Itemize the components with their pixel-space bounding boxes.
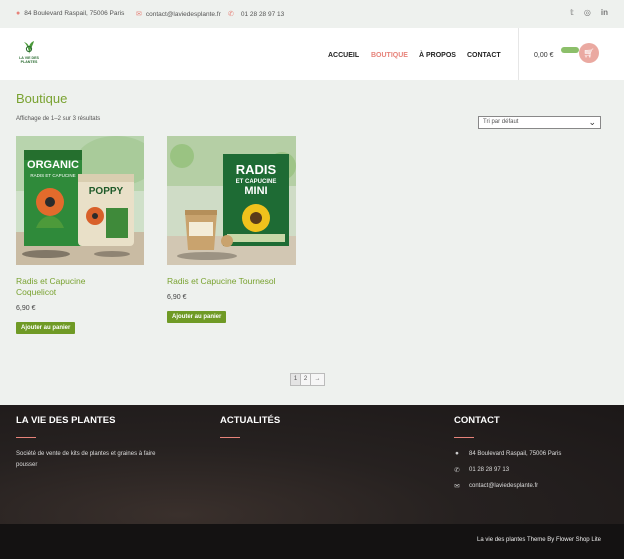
svg-text:ORGANIC: ORGANIC	[27, 159, 79, 171]
page-title: Boutique	[16, 91, 68, 106]
leaf-logo-icon	[24, 41, 34, 54]
product-image-art: RADIS ET CAPUCINE MINI	[167, 136, 296, 265]
header-divider	[518, 28, 519, 80]
result-count: Affichage de 1–2 sur 3 résultats	[16, 116, 101, 122]
footer-bottom-bar: La vie des plantes Theme By Flower Shop …	[0, 524, 624, 559]
instagram-icon[interactable]: ◎	[584, 8, 591, 17]
svg-text:RADIS ET CAPUCINE: RADIS ET CAPUCINE	[30, 173, 75, 178]
map-pin-icon: ●	[455, 450, 459, 457]
cart-button[interactable]: 🛒︎	[579, 43, 599, 63]
top-bar: ● 84 Boulevard Raspail, 75006 Paris ✉ co…	[0, 0, 624, 28]
nav-item-a-propos[interactable]: À PROPOS	[419, 52, 456, 59]
chevron-down-icon: ⌄	[588, 117, 596, 127]
nav-item-contact[interactable]: CONTACT	[467, 52, 501, 59]
cart-bar	[561, 47, 579, 53]
nav-item-accueil[interactable]: ACCUEIL	[328, 52, 359, 59]
topbar-email-text[interactable]: contact@laviedesplante.fr	[146, 11, 221, 18]
cart-icon: 🛒︎	[583, 47, 595, 58]
footer-email-text[interactable]: contact@laviedesplante.fr	[469, 483, 538, 489]
add-to-cart-button[interactable]: Ajouter au panier	[167, 311, 227, 323]
product-name-line2[interactable]: Coquelicot	[16, 287, 56, 297]
footer-col1-title: LA VIE DES PLANTES	[16, 415, 116, 426]
product-card: ORGANIC RADIS ET CAPUCINE POPPY Radis et…	[16, 136, 144, 334]
site-logo[interactable]: LA VIE DES PLANTES	[16, 40, 42, 68]
logo-text: LA VIE DES PLANTES	[19, 56, 39, 65]
pagination: 1 2 →	[290, 373, 325, 386]
product-name[interactable]: Radis et Capucine Coquelicot	[16, 276, 144, 298]
product-image[interactable]: ORGANIC RADIS ET CAPUCINE POPPY	[16, 136, 144, 265]
nav-item-boutique[interactable]: BOUTIQUE	[371, 52, 408, 59]
product-image[interactable]: RADIS ET CAPUCINE MINI	[167, 136, 296, 265]
product-price: 6,90 €	[167, 294, 187, 301]
topbar-email[interactable]: ✉ contact@laviedesplante.fr	[136, 10, 221, 19]
sort-selected-value: Tri par défaut	[483, 119, 519, 125]
social-links: 𝕥 ◎ in	[570, 8, 608, 17]
twitter-icon[interactable]: 𝕥	[570, 8, 574, 17]
product-name-line1[interactable]: Radis et Capucine Tournesol	[167, 276, 276, 286]
svg-text:MINI: MINI	[244, 185, 267, 197]
topbar-address-text: 84 Boulevard Raspail, 75006 Paris	[24, 10, 125, 17]
cart-amount[interactable]: 0,00 €	[534, 52, 553, 59]
footer-col2-title: ACTUALITÉS	[220, 415, 281, 426]
linkedin-icon[interactable]: in	[601, 8, 608, 17]
footer-credit: La vie des plantes Theme By Flower Shop …	[477, 537, 601, 543]
product-card: RADIS ET CAPUCINE MINI Radis et Capucine…	[167, 136, 296, 323]
topbar-phone: ✆ 01 28 28 97 13	[228, 10, 285, 19]
footer-rule	[220, 437, 240, 438]
topbar-phone-text: 01 28 28 97 13	[240, 10, 285, 18]
svg-text:RADIS: RADIS	[236, 162, 277, 177]
mail-icon: ✉	[454, 483, 460, 490]
product-name[interactable]: Radis et Capucine Tournesol	[167, 276, 296, 287]
footer-address: ● 84 Boulevard Raspail, 75006 Paris	[454, 450, 561, 457]
footer-phone: ✆ 01 28 28 97 13	[454, 466, 509, 474]
sort-select[interactable]: Tri par défaut ⌄	[478, 116, 601, 129]
footer-rule	[454, 437, 474, 438]
svg-text:POPPY: POPPY	[89, 186, 124, 197]
footer-email[interactable]: ✉ contact@laviedesplante.fr	[454, 482, 538, 490]
next-page-button[interactable]: →	[310, 373, 325, 386]
footer-phone-text: 01 28 28 97 13	[469, 467, 510, 473]
phone-icon: ✆	[228, 11, 234, 18]
footer-rule	[16, 437, 36, 438]
product-name-line1[interactable]: Radis et Capucine	[16, 276, 85, 286]
phone-icon: ✆	[454, 467, 460, 474]
add-to-cart-button[interactable]: Ajouter au panier	[16, 322, 76, 334]
topbar-address: ● 84 Boulevard Raspail, 75006 Paris	[16, 10, 124, 17]
footer-description: Société de vente de kits de plantes et g…	[16, 451, 156, 468]
site-header: LA VIE DES PLANTES ACCUEIL BOUTIQUE À PR…	[0, 28, 624, 80]
footer-address-text: 84 Boulevard Raspail, 75006 Paris	[469, 450, 562, 457]
product-image-art: ORGANIC RADIS ET CAPUCINE POPPY	[16, 136, 144, 265]
map-pin-icon: ●	[16, 10, 21, 17]
product-price: 6,90 €	[16, 305, 36, 312]
footer-col3-title: CONTACT	[454, 415, 500, 426]
mail-icon: ✉	[136, 11, 142, 18]
site-footer: LA VIE DES PLANTES Société de vente de k…	[0, 405, 624, 524]
